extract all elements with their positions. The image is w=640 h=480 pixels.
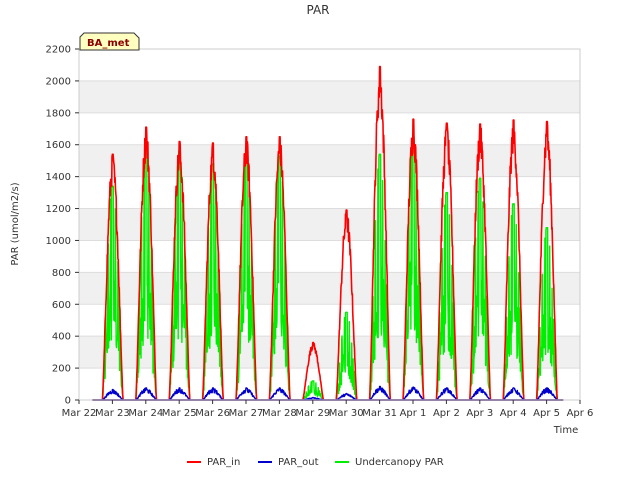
y-tick-label: 1600 <box>46 140 71 151</box>
legend-label: PAR_out <box>278 457 319 468</box>
x-tick-label: Apr 4 <box>500 408 527 419</box>
y-tick-label: 2000 <box>46 76 71 87</box>
par-chart: PAR 0 200 400 600 800 1000 1200 1400 1600 1800 200… <box>0 0 640 480</box>
legend-label: Undercanopy PAR <box>355 457 444 468</box>
y-tick-label: 200 <box>52 364 71 375</box>
grid-band <box>79 272 580 305</box>
x-tick-label: Apr 5 <box>533 408 560 419</box>
x-tick-label: Mar 31 <box>362 408 397 419</box>
legend-label: PAR_in <box>207 457 240 468</box>
grid-band <box>79 80 580 113</box>
x-tick-label: Mar 28 <box>262 408 297 419</box>
y-axis-title: PAR (umol/m2/s) <box>10 182 21 265</box>
grid-band <box>79 208 580 241</box>
x-tick-label: Mar 29 <box>295 408 330 419</box>
y-tick-label: 600 <box>52 300 71 311</box>
x-tick-label: Apr 6 <box>567 408 594 419</box>
y-tick-label: 2200 <box>46 45 71 56</box>
x-tick-label: Mar 27 <box>229 408 264 419</box>
x-tick-label: Apr 1 <box>400 408 427 419</box>
badge-label: BA_met <box>87 38 130 49</box>
x-tick-label: Mar 23 <box>95 408 130 419</box>
x-tick-label: Mar 24 <box>128 408 163 419</box>
site-badge: BA_met <box>79 32 140 51</box>
legend: PAR_in PAR_out Undercanopy PAR <box>187 457 444 468</box>
x-tick-label: Apr 2 <box>433 408 460 419</box>
y-tick-label: 0 <box>65 396 71 407</box>
chart-title: PAR <box>306 3 329 17</box>
y-tick-label: 1400 <box>46 172 71 183</box>
y-tick-label: 800 <box>52 268 71 279</box>
x-tick-label: Mar 22 <box>62 408 97 419</box>
x-axis-title: Time <box>553 425 578 436</box>
grid-band <box>79 144 580 177</box>
x-tick-label: Mar 25 <box>162 408 197 419</box>
y-tick-label: 400 <box>52 332 71 343</box>
y-tick-label: 1800 <box>46 108 71 119</box>
x-tick-label: Apr 3 <box>466 408 493 419</box>
x-tick-label: Mar 26 <box>195 408 230 419</box>
y-tick-label: 1200 <box>46 204 71 215</box>
x-tick-label: Mar 30 <box>329 408 364 419</box>
y-tick-label: 1000 <box>46 236 71 247</box>
